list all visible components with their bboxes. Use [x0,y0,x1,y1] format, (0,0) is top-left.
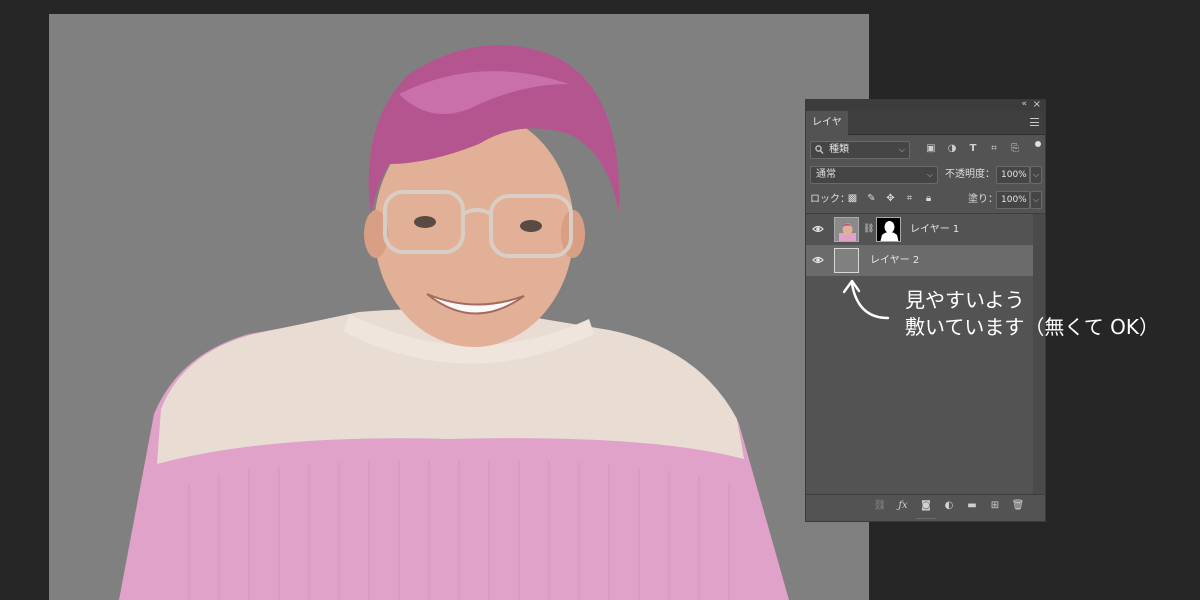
panel-actions: ⛓︎ ƒx ◙ ◐ ▬ ⊞ 🗑︎ [873,499,1025,512]
adjustment-filter-icon[interactable]: ◑ [945,142,959,155]
adjustment-layer-icon[interactable]: ◐ [942,499,956,512]
link-layers-icon[interactable]: ⛓︎ [873,499,887,512]
panel-resize-grip[interactable] [916,518,936,520]
annotation-line-1: 見やすいよう [905,288,1025,312]
tab-layers[interactable]: レイヤー [806,111,848,152]
lock-transparency-icon[interactable]: ▩ [846,192,859,205]
filter-kind-select[interactable]: 種類 ⌵ [810,141,910,159]
blend-row: 通常 ⌵ 不透明度： 100% ⌵ [806,164,1045,186]
layer-list-scrollbar[interactable] [1033,214,1045,494]
filter-toggle-icon[interactable] [1035,141,1041,147]
lock-icons: ▩ ✎ ✥ ⌗ 🔒︎ [846,192,935,205]
visibility-eye-icon[interactable] [812,254,824,266]
fill-label: 塗り： [968,194,998,205]
fx-icon[interactable]: ƒx [896,499,910,512]
close-icon[interactable]: × [1033,99,1041,110]
annotation-arrow [842,279,890,320]
layer-list: ⛓︎ レイヤー 1 レイヤー 2 [806,214,1045,494]
smart-object-filter-icon[interactable]: ⎘ [1008,142,1022,155]
chevron-down-icon: ⌵ [926,170,933,179]
chevron-down-icon: ⌵ [898,145,905,154]
layer-row-1[interactable]: ⛓︎ レイヤー 1 [806,214,1033,245]
filter-kind-value: 種類 [829,144,849,155]
layer-mask-thumbnail[interactable] [876,217,901,242]
folder-icon[interactable]: ▬ [965,499,979,512]
blend-mode-value: 通常 [816,169,836,180]
lock-artboard-icon[interactable]: ⌗ [903,192,916,205]
visibility-eye-icon[interactable] [812,223,824,235]
fill-dropdown-icon[interactable]: ⌵ [1030,191,1042,209]
lock-row: ロック： ▩ ✎ ✥ ⌗ 🔒︎ 塗り： 100% ⌵ [806,189,1045,211]
panel-tab-bar: レイヤー [806,111,1045,152]
lock-position-icon[interactable]: ✥ [884,192,897,205]
layer-name[interactable]: レイヤー 1 [910,214,959,245]
panel-bottom-bar: ⛓︎ ƒx ◙ ◐ ▬ ⊞ 🗑︎ [806,494,1045,516]
lock-image-icon[interactable]: ✎ [865,192,878,205]
panel-menu-icon[interactable] [1030,118,1039,126]
opacity-label: 不透明度： [945,169,995,180]
fill-input[interactable]: 100% [996,191,1030,209]
lock-all-icon[interactable]: 🔒︎ [922,192,935,205]
panel-title-strip: « × [806,99,1045,111]
annotation-note: 見やすいよう 敷いています（無くて OK） [905,287,1159,341]
image-filter-icon[interactable]: ▣ [924,142,938,155]
search-icon [815,145,824,154]
annotation-line-2: 敷いています（無くて OK） [905,315,1160,339]
filter-row: 種類 ⌵ ▣ ◑ T ⌗ ⎘ [806,139,1045,161]
shape-filter-icon[interactable]: ⌗ [987,142,1001,155]
layer-thumbnail[interactable] [834,217,859,242]
portrait-photo [119,45,789,600]
opacity-input[interactable]: 100% [996,166,1030,184]
document-canvas[interactable] [49,14,869,600]
new-layer-icon[interactable]: ⊞ [988,499,1002,512]
trash-icon[interactable]: 🗑︎ [1011,499,1025,512]
mask-link-icon[interactable]: ⛓︎ [863,223,874,235]
collapse-icon[interactable]: « [1021,99,1027,110]
add-mask-icon[interactable]: ◙ [919,499,933,512]
lock-label: ロック： [810,194,850,205]
opacity-dropdown-icon[interactable]: ⌵ [1030,166,1042,184]
layer-thumbnail[interactable] [834,248,859,273]
blend-mode-select[interactable]: 通常 ⌵ [810,166,938,184]
filter-icons: ▣ ◑ T ⌗ ⎘ [924,142,1022,155]
type-filter-icon[interactable]: T [966,142,980,155]
